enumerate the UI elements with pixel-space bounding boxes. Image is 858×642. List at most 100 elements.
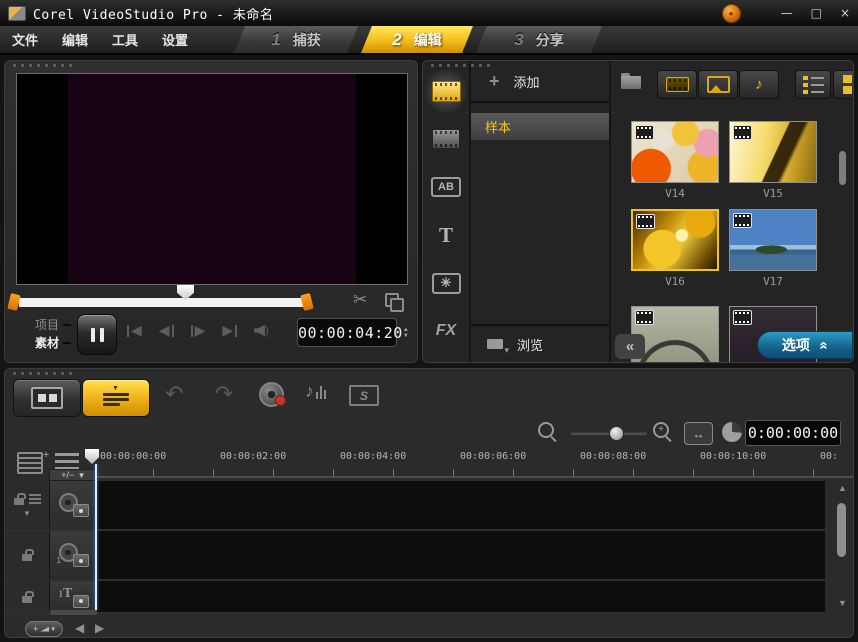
video-track-content[interactable]	[98, 481, 825, 529]
timeline-ruler[interactable]: 00:00:00:00 00:00:02:00 00:00:04:00 00:0…	[93, 447, 853, 478]
track-manager-icon[interactable]	[17, 452, 43, 474]
scrollbar-thumb[interactable]	[837, 503, 846, 557]
clip-thumbnail-v14[interactable]	[631, 121, 719, 183]
overlay-track-row: 1	[5, 531, 825, 581]
timecode-spinner[interactable]: ▲▼	[403, 327, 409, 339]
previous-frame-button[interactable]: ◀	[159, 322, 174, 339]
add-remove-track-button[interactable]: +/−▾	[49, 469, 96, 481]
minimize-button[interactable]: —	[781, 6, 793, 20]
menu-list: 文件 编辑 工具 设置	[12, 26, 188, 53]
zoom-out-icon[interactable]	[538, 422, 554, 438]
panel-grip[interactable]	[13, 372, 77, 375]
lock-icon[interactable]	[22, 596, 32, 603]
timeline-view-button[interactable]	[82, 379, 150, 417]
list-view-button[interactable]	[795, 70, 831, 99]
rail-ab-transition-button[interactable]: AB	[425, 165, 467, 209]
tab-capture[interactable]: 1 捕获	[234, 26, 358, 53]
undo-button[interactable]: ↶	[165, 381, 183, 407]
add-gallery-button[interactable]: + 添加	[471, 61, 609, 103]
browse-button[interactable]: 浏览	[471, 324, 609, 362]
next-frame-button[interactable]: ▶	[191, 322, 206, 339]
trim-bar[interactable]	[19, 298, 307, 307]
timeline-zoom-slider[interactable]	[571, 431, 647, 435]
rail-filters-button[interactable]: FX	[425, 309, 467, 353]
record-dot-icon	[275, 395, 286, 406]
title-track-header[interactable]: 1T	[49, 581, 98, 612]
timeline-timecode[interactable]: 0:00:00:00	[745, 420, 841, 446]
rail-media-button[interactable]	[425, 69, 467, 113]
scroll-left-button[interactable]: ◀	[75, 621, 84, 635]
duration-clock-icon[interactable]	[721, 421, 743, 443]
scroll-up-arrow[interactable]: ▲	[838, 483, 847, 493]
category-item-sample[interactable]: 样本	[471, 113, 609, 140]
thumbnail-view-button[interactable]	[833, 70, 854, 99]
menu-file[interactable]: 文件	[12, 30, 38, 49]
preview-timecode[interactable]: 00:00:04:20 ▲▼	[297, 318, 397, 347]
collapse-library-button[interactable]: «	[615, 334, 645, 359]
scroll-right-button[interactable]: ▶	[95, 621, 104, 635]
track-list-icon[interactable]	[29, 494, 41, 504]
tab-edit[interactable]: 2 编辑	[361, 26, 473, 53]
playback-controls: 项目 素材 ◀ ◀ ▶ ▶ ) 00:00:04:20 ▲▼	[5, 313, 418, 359]
auto-music-button[interactable]: S	[349, 385, 379, 406]
title-track-content[interactable]	[98, 581, 825, 612]
chevron-down-icon[interactable]: ▼	[23, 509, 31, 518]
lock-icon[interactable]	[14, 498, 24, 505]
menu-edit[interactable]: 编辑	[62, 30, 88, 49]
clip-thumbnail-v15[interactable]	[729, 121, 817, 183]
menu-bar: 文件 编辑 工具 设置 1 捕获 2 编辑 3 分享	[0, 26, 858, 55]
sound-mixer-button[interactable]: ♪	[305, 383, 326, 399]
video-track-header[interactable]	[49, 481, 98, 529]
show-all-tracks-icon[interactable]	[55, 453, 79, 469]
overlay-track-content[interactable]	[98, 531, 825, 579]
chevrons-up-icon: «	[816, 341, 833, 349]
maximize-button[interactable]: □	[811, 6, 822, 20]
clip-mode-label[interactable]: 素材	[35, 336, 59, 350]
split-clip-scissors-icon[interactable]: ✂	[353, 290, 367, 310]
project-mode-label[interactable]: 项目	[35, 318, 59, 332]
tab-share[interactable]: 3 分享	[476, 26, 602, 53]
gallery-scrollbar-thumb[interactable]	[839, 151, 846, 185]
rail-graphics-button[interactable]: ✳	[425, 261, 467, 305]
pause-button[interactable]	[77, 314, 117, 355]
video-clip-badge-icon	[733, 213, 752, 228]
corel-ball-icon[interactable]: ●	[722, 4, 741, 23]
fit-project-button[interactable]: ↔	[684, 422, 713, 445]
trim-start-handle[interactable]	[7, 293, 21, 311]
go-start-button[interactable]: ◀	[127, 322, 142, 339]
options-button[interactable]: 选项 «	[757, 331, 853, 359]
zoom-in-icon[interactable]: +	[653, 422, 669, 438]
playhead-line[interactable]	[95, 464, 97, 610]
thumbnail-label: V14	[631, 187, 719, 200]
lock-icon[interactable]	[22, 554, 32, 561]
scroll-down-arrow[interactable]: ▼	[838, 598, 847, 608]
rail-title-button[interactable]: T	[425, 213, 467, 257]
filter-video-button[interactable]	[657, 70, 697, 99]
clip-thumbnail-v17[interactable]	[729, 209, 817, 271]
panel-grip[interactable]	[13, 64, 77, 67]
go-end-button[interactable]: ▶	[222, 322, 237, 339]
redo-button[interactable]: ↷	[215, 381, 233, 407]
add-clip-button[interactable]: +▾	[25, 621, 63, 637]
filter-photo-button[interactable]	[698, 70, 738, 99]
clip-thumbnail-v16-selected[interactable]	[631, 209, 719, 271]
enlarge-preview-icon[interactable]	[385, 293, 399, 307]
menu-tools[interactable]: 工具	[112, 30, 138, 49]
trim-end-handle[interactable]	[300, 293, 314, 311]
storyboard-view-button[interactable]	[13, 379, 81, 417]
title-bar: Corel VideoStudio Pro - 未命名 ● — □ ×	[0, 0, 858, 26]
volume-button[interactable]: )	[254, 325, 269, 337]
browse-label: 浏览	[517, 335, 543, 354]
close-button[interactable]: ×	[840, 6, 850, 20]
overlay-track-number: 1	[57, 556, 61, 565]
rail-transitions-button[interactable]	[425, 117, 467, 161]
filter-audio-button[interactable]: ♪	[739, 70, 779, 99]
zoom-slider-thumb[interactable]	[609, 426, 624, 441]
ruler-label: 00:00:08:00	[580, 451, 646, 462]
horizontal-scroll-stub[interactable]	[50, 610, 97, 615]
import-folder-icon[interactable]	[621, 76, 641, 89]
transition-icon	[432, 129, 460, 149]
overlay-track-header[interactable]: 1	[49, 531, 98, 579]
menu-settings[interactable]: 设置	[162, 30, 188, 49]
window-title: Corel VideoStudio Pro - 未命名	[33, 4, 273, 23]
